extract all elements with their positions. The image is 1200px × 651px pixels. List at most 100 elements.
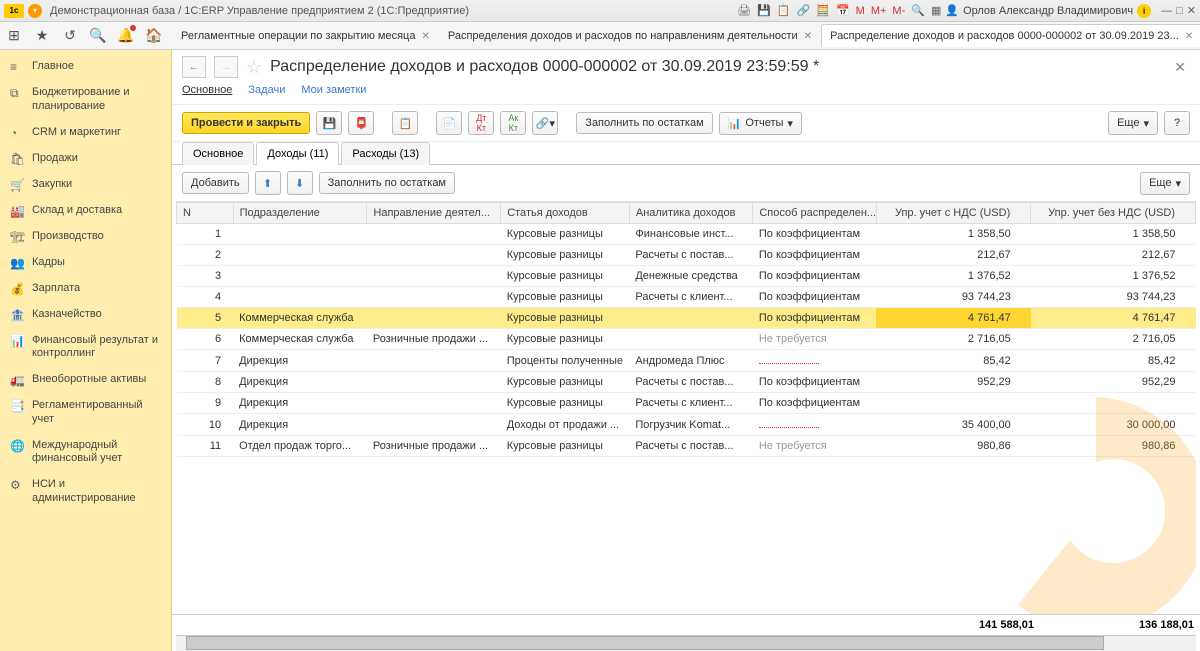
income-grid[interactable]: N Подразделение Направление деятел... Ст… — [176, 202, 1196, 457]
table-row[interactable]: 2Курсовые разницыРасчеты с постав...По к… — [177, 245, 1196, 266]
cell-article[interactable]: Курсовые разницы — [501, 393, 630, 414]
cell-analytics[interactable]: Андромеда Плюс — [629, 350, 753, 372]
col-amt-novat[interactable]: Упр. учет без НДС (USD) — [1031, 203, 1196, 224]
cell-amt-novat[interactable]: 30 000,00 — [1031, 414, 1196, 436]
favorite-star-icon[interactable]: ☆ — [246, 57, 262, 78]
user-block[interactable]: 👤 Орлов Александр Владимирович i — [945, 4, 1151, 18]
table-row[interactable]: 7Дирекция Проценты полученныеАндромеда Пл… — [177, 350, 1196, 372]
cell-amt-novat[interactable]: 1 376,52 — [1031, 266, 1196, 287]
structure-button[interactable]: 📄 — [436, 111, 462, 135]
app-menu-dropdown-icon[interactable]: ▾ — [28, 4, 42, 18]
info-icon[interactable]: i — [1137, 4, 1151, 18]
fill-by-balance-button[interactable]: Заполнить по остаткам — [576, 112, 712, 134]
cell-n[interactable]: 2 — [177, 245, 234, 266]
apps-grid-icon[interactable]: ⊞ — [0, 23, 28, 49]
cell-amt-vat[interactable]: 1 358,50 — [876, 224, 1030, 245]
save-button[interactable]: 💾 — [316, 111, 342, 135]
table-row[interactable]: 4Курсовые разницыРасчеты с клиент...По к… — [177, 287, 1196, 308]
favorite-icon[interactable]: ★ — [28, 23, 56, 49]
cell-amt-novat[interactable]: 2 716,05 — [1031, 329, 1196, 350]
cell-method[interactable]: По коэффициентам — [753, 266, 877, 287]
document-tab[interactable]: Регламентные операции по закрытию месяца… — [172, 24, 439, 47]
table-row[interactable]: 6Коммерческая службаРозничные продажи ..… — [177, 329, 1196, 350]
table-row[interactable]: 1Курсовые разницыФинансовые инст...По ко… — [177, 224, 1196, 245]
cell-amt-novat[interactable]: 952,29 — [1031, 372, 1196, 393]
col-n[interactable]: N — [177, 203, 234, 224]
nav-back-button[interactable]: ← — [182, 56, 206, 78]
cell-dept[interactable]: Дирекция — [233, 372, 367, 393]
help-button[interactable]: ? — [1164, 111, 1190, 135]
cell-n[interactable]: 7 — [177, 350, 234, 372]
cell-analytics[interactable]: Денежные средства — [629, 266, 753, 287]
m-plus2-icon[interactable]: M+ — [871, 5, 887, 17]
cell-dept[interactable]: Коммерческая служба — [233, 308, 367, 329]
clipboard-icon[interactable]: 📋 — [777, 4, 791, 17]
print-icon[interactable]: 🖨 — [737, 4, 751, 17]
calendar-icon[interactable]: 📅 — [836, 4, 850, 17]
cell-amt-vat[interactable]: 35 400,00 — [876, 414, 1030, 436]
sidebar-item[interactable]: 🏗Производство — [0, 224, 171, 250]
subtab[interactable]: Расходы (13) — [341, 142, 430, 165]
copy-button[interactable]: 📋 — [392, 111, 418, 135]
cell-dept[interactable]: Дирекция — [233, 350, 367, 372]
cell-method[interactable] — [753, 414, 877, 436]
cell-n[interactable]: 3 — [177, 266, 234, 287]
bell-icon[interactable]: 🔔 — [112, 23, 140, 49]
link-icon[interactable]: 🔗 — [797, 4, 811, 17]
table-row[interactable]: 10ДирекцияДоходы от продажи ...Погрузчик… — [177, 414, 1196, 436]
cell-analytics[interactable] — [629, 329, 753, 350]
sidebar-item[interactable]: 🌐Международный финансовый учет — [0, 433, 171, 473]
sidebar-item[interactable]: ⚙НСИ и администрирование — [0, 472, 171, 512]
table-row[interactable]: 5Коммерческая службаКурсовые разницыПо к… — [177, 308, 1196, 329]
dk-button[interactable]: ДтКт — [468, 111, 494, 135]
cell-amt-novat[interactable]: 4 761,47 — [1031, 308, 1196, 329]
zoom-icon[interactable]: 🔍 — [911, 4, 925, 17]
cell-amt-novat[interactable]: 212,67 — [1031, 245, 1196, 266]
cell-analytics[interactable] — [629, 308, 753, 329]
cell-method[interactable]: По коэффициентам — [753, 287, 877, 308]
cell-analytics[interactable]: Расчеты с клиент... — [629, 393, 753, 414]
cell-method[interactable] — [753, 350, 877, 372]
cell-n[interactable]: 10 — [177, 414, 234, 436]
sidebar-item[interactable]: 📑Регламентированный учет — [0, 393, 171, 433]
cell-direction[interactable]: Розничные продажи ... — [367, 436, 501, 457]
cell-amt-vat[interactable] — [876, 393, 1030, 414]
cell-article[interactable]: Проценты полученные — [501, 350, 630, 372]
sidebar-item[interactable]: ◔CRM и маркетинг — [0, 120, 171, 146]
calc-icon[interactable]: 🧮 — [816, 4, 830, 17]
sidebar-item[interactable]: 🛍Продажи — [0, 146, 171, 172]
move-down-button[interactable]: ⬇ — [287, 171, 313, 195]
add-row-button[interactable]: Добавить — [182, 172, 249, 194]
cell-direction[interactable] — [367, 308, 501, 329]
cell-amt-novat[interactable] — [1031, 393, 1196, 414]
subtab[interactable]: Доходы (11) — [256, 142, 339, 165]
sidebar-item[interactable]: 🛒Закупки — [0, 172, 171, 198]
document-link[interactable]: Основное — [182, 84, 232, 96]
sidebar-item[interactable]: 🏭Склад и доставка — [0, 198, 171, 224]
subtab[interactable]: Основное — [182, 142, 254, 165]
sidebar-item[interactable]: 🏦Казначейство — [0, 302, 171, 328]
apps-icon[interactable]: ▦ — [931, 4, 941, 17]
close-window-icon[interactable]: ✕ — [1187, 4, 1196, 17]
cell-n[interactable]: 9 — [177, 393, 234, 414]
col-dept[interactable]: Подразделение — [233, 203, 367, 224]
m-plus-icon[interactable]: M — [856, 5, 865, 17]
sidebar-item[interactable]: ≡Главное — [0, 54, 171, 80]
col-analytics[interactable]: Аналитика доходов — [629, 203, 753, 224]
cell-n[interactable]: 4 — [177, 287, 234, 308]
cell-analytics[interactable]: Расчеты с клиент... — [629, 287, 753, 308]
cell-method[interactable]: По коэффициентам — [753, 245, 877, 266]
history-icon[interactable]: ↺ — [56, 23, 84, 49]
cell-n[interactable]: 11 — [177, 436, 234, 457]
col-amt-vat[interactable]: Упр. учет с НДС (USD) — [876, 203, 1030, 224]
cell-n[interactable]: 1 — [177, 224, 234, 245]
sidebar-item[interactable]: ⧉Бюджетирование и планирование — [0, 80, 171, 120]
document-tab[interactable]: Распределения доходов и расходов по напр… — [439, 24, 821, 47]
cell-dept[interactable]: Дирекция — [233, 393, 367, 414]
sidebar-item[interactable]: 🚛Внеоборотные активы — [0, 367, 171, 393]
sidebar-item[interactable]: 👥Кадры — [0, 250, 171, 276]
cell-method[interactable]: Не требуется — [753, 329, 877, 350]
cell-direction[interactable] — [367, 372, 501, 393]
cell-amt-vat[interactable]: 4 761,47 — [876, 308, 1030, 329]
tab-close-icon[interactable]: ✕ — [421, 31, 429, 42]
